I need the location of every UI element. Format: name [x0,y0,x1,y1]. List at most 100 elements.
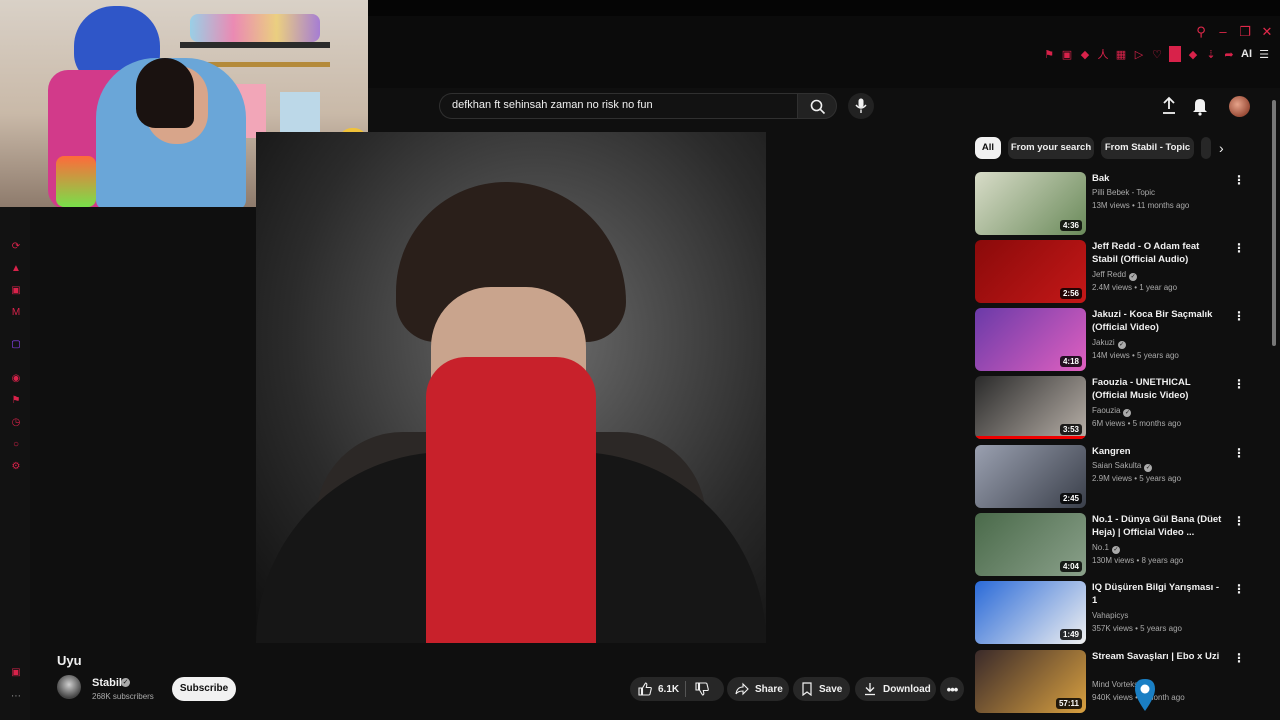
recommendation-channel[interactable]: Saian Sakulta ✓ [1092,461,1153,472]
upload-icon[interactable] [1160,96,1178,116]
recommendation-title[interactable]: IQ Düşüren Bilgi Yarışması - 1 [1092,581,1226,607]
recommendation-title[interactable]: Jeff Redd - O Adam feat Stabil (Official… [1092,240,1226,266]
recommendation-title[interactable]: Faouzia - UNETHICAL (Official Music Vide… [1092,376,1226,402]
recommendation-channel-name: No.1 [1092,543,1109,552]
chip-from-stabil-topic[interactable]: From Stabil - Topic [1101,137,1194,159]
recommendation-item[interactable]: 57:11 Stream Savaşları | Ebo x Uzi Mind Vo… [975,650,1255,714]
channel-avatar[interactable] [57,675,81,699]
ai-extension-icon[interactable]: AI [1241,48,1252,60]
kebab-menu-icon[interactable]: ⋮ [1233,174,1245,186]
recommendation-title[interactable]: Stream Savaşları | Ebo x Uzi [1092,650,1226,663]
lock-icon[interactable]: ◆ [1187,48,1199,61]
kebab-menu-icon[interactable]: ⋮ [1233,242,1245,254]
search-box[interactable]: ✕ [439,93,861,119]
thumbs-down-icon[interactable] [695,682,709,696]
recommendation-title[interactable]: Kangren [1092,445,1226,458]
account-avatar[interactable] [1229,96,1250,117]
clock-icon[interactable]: ◷ [10,417,22,429]
recommendation-channel[interactable]: Jeff Redd ✓ [1092,270,1138,281]
history-icon[interactable]: ⟳ [10,241,22,253]
view-count: 940K views [1092,693,1133,702]
kebab-menu-icon[interactable]: ⋮ [1233,447,1245,459]
pin-icon[interactable]: ⚑ [1043,48,1055,61]
recommendation-item[interactable]: 4:36 Bak Pilli Bebek - Topic 13M views • 11… [975,172,1255,236]
more-actions-button[interactable]: ••• [940,677,964,701]
video-thumbnail[interactable]: 4:18 [975,308,1086,371]
video-thumbnail[interactable]: 3:53 [975,376,1086,439]
twitch-icon[interactable]: ▢ [10,339,22,351]
search-icon[interactable]: ⚲ [1194,24,1208,40]
video-thumbnail[interactable]: 4:36 [975,172,1086,235]
menu-icon[interactable]: ☰ [1258,48,1270,61]
video-player[interactable] [256,132,766,643]
translate-icon[interactable]: 人 [1097,46,1109,62]
recommendation-item[interactable]: 2:45 Kangren Saian Sakulta ✓ 2.9M views • 5 … [975,445,1255,509]
kebab-menu-icon[interactable]: ⋮ [1233,515,1245,527]
recommendation-channel[interactable]: Pilli Bebek - Topic [1092,188,1155,197]
meta-separator: • [1129,201,1138,210]
chip-overflow[interactable] [1201,137,1211,159]
recommendation-channel[interactable]: No.1 ✓ [1092,543,1120,554]
target-icon[interactable]: ◉ [10,373,22,385]
chevron-right-icon[interactable]: › [1219,140,1235,156]
recommendation-title[interactable]: Jakuzi - Koca Bir Saçmalık (Official Vid… [1092,308,1226,334]
video-thumbnail[interactable]: 1:49 [975,581,1086,644]
kebab-menu-icon[interactable]: ⋮ [1233,652,1245,664]
video-thumbnail[interactable]: 57:11 [975,650,1086,713]
gif-icon[interactable]: ▣ [10,667,22,679]
voice-search-button[interactable] [848,93,874,119]
scrollbar-thumb[interactable] [1272,100,1276,346]
view-count: 2.4M views [1092,283,1133,292]
chat-icon[interactable]: ○ [10,439,22,451]
location-pin-icon [1135,679,1155,711]
chip-from-your-search[interactable]: From your search [1008,137,1094,159]
recommendation-channel[interactable]: Vahapicys [1092,611,1128,620]
channel-name[interactable]: Stabil [92,677,122,689]
bookmark-icon[interactable]: ⚑ [10,395,22,407]
recommendation-item[interactable]: 4:04 No.1 - Dünya Gül Bana (Düet Heja) | … [975,513,1255,577]
restore-icon[interactable]: ❐ [1238,24,1252,40]
recommendation-title[interactable]: Bak [1092,172,1226,185]
video-thumbnail[interactable]: 2:45 [975,445,1086,508]
like-divider [685,681,686,697]
recommendation-title[interactable]: No.1 - Dünya Gül Bana (Düet Heja) | Offi… [1092,513,1226,539]
thumbs-up-icon[interactable] [638,682,652,696]
download-icon[interactable]: ⇣ [1205,48,1217,61]
share-button[interactable]: Share [727,677,789,701]
minimize-icon[interactable]: – [1216,24,1230,40]
close-icon[interactable]: ✕ [1260,24,1274,40]
wallet-icon[interactable]: ▦ [1115,48,1127,61]
recommendation-item[interactable]: 4:18 Jakuzi - Koca Bir Saçmalık (Official… [975,308,1255,372]
video-thumbnail[interactable]: 4:04 [975,513,1086,576]
bag-icon[interactable]: ▲ [10,263,22,275]
recommendation-meta: 2.4M views • 1 year ago [1092,283,1177,292]
search-input[interactable] [452,99,762,111]
kebab-menu-icon[interactable]: ⋮ [1233,310,1245,322]
subscribe-button[interactable]: Subscribe [172,677,236,701]
recommendation-item[interactable]: 3:53 Faouzia - UNETHICAL (Official Music … [975,376,1255,440]
heart-icon[interactable]: ♡ [1151,48,1163,61]
verified-icon: ✓ [1123,409,1132,417]
like-count[interactable]: 6.1K [658,684,679,695]
kebab-menu-icon[interactable]: ⋮ [1233,378,1245,390]
kebab-menu-icon[interactable]: ⋮ [1233,583,1245,595]
recommendation-item[interactable]: 1:49 IQ Düşüren Bilgi Yarışması - 1 Vahapi… [975,581,1255,645]
recommendation-channel[interactable]: Jakuzi ✓ [1092,338,1126,349]
settings-icon[interactable]: ⚙ [10,461,22,473]
shield-icon[interactable]: ◆ [1079,48,1091,61]
recommendation-item[interactable]: 2:56 Jeff Redd - O Adam feat Stabil (Offi… [975,240,1255,304]
share-icon[interactable]: ➦ [1223,48,1235,61]
gmail-icon[interactable]: M [10,307,22,319]
view-count: 6M views [1092,419,1126,428]
download-button[interactable]: Download [855,677,936,701]
video-thumbnail[interactable]: 2:56 [975,240,1086,303]
gamepad-icon[interactable]: ▣ [10,285,22,297]
more-icon[interactable]: ⋯ [10,691,22,703]
chip-all[interactable]: All [975,137,1001,159]
play-icon[interactable]: ▷ [1133,48,1145,61]
save-button[interactable]: Save [793,677,850,701]
notifications-bell-icon[interactable] [1191,96,1209,116]
search-button[interactable] [797,93,837,119]
crop-icon[interactable]: ▣ [1061,48,1073,61]
recommendation-channel[interactable]: Faouzia ✓ [1092,406,1132,417]
